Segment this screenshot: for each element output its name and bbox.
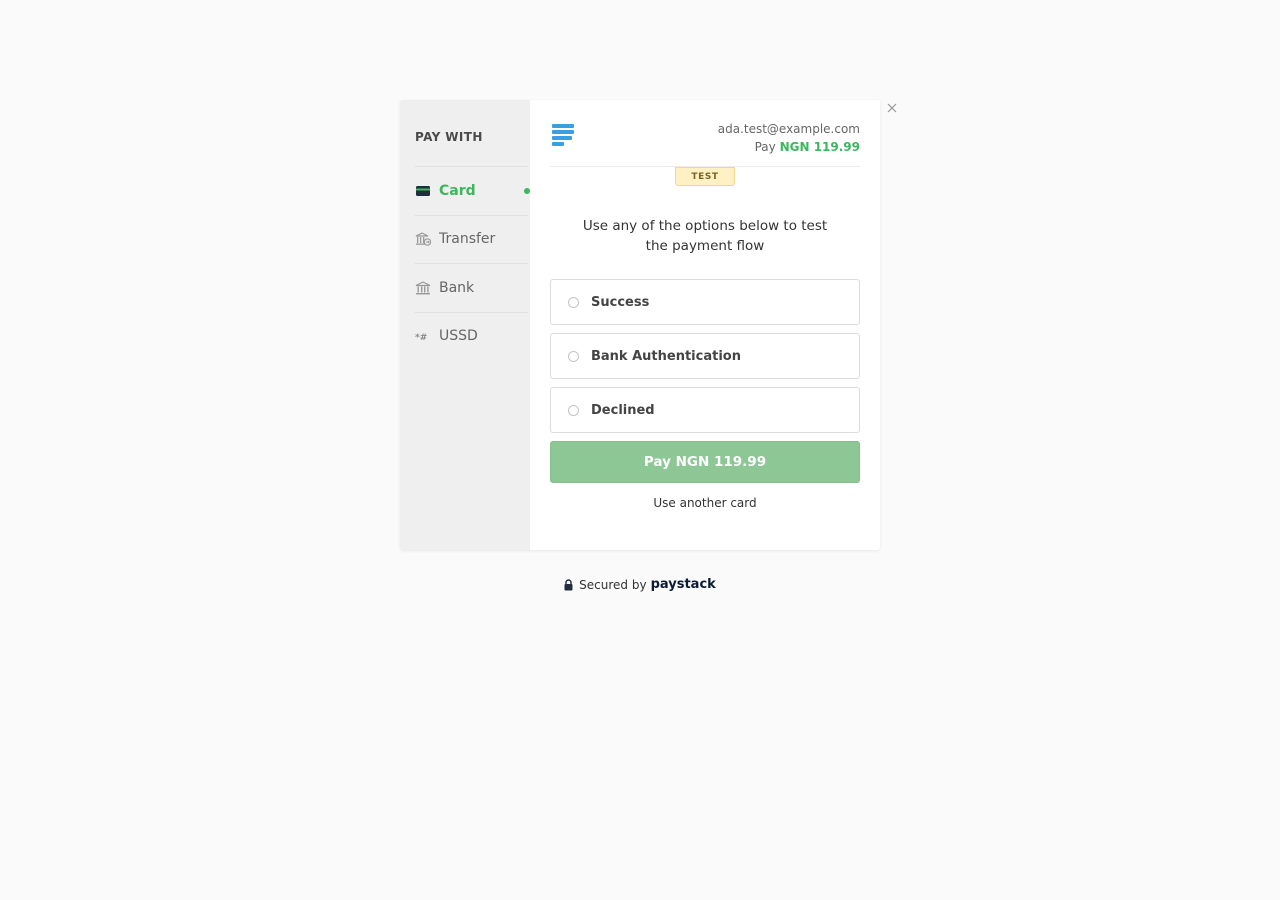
radio-button[interactable] [568, 404, 579, 416]
payment-content: ada.test@example.com Pay NGN 119.99 TEST… [530, 100, 880, 550]
secured-text: Secured by [579, 577, 647, 592]
checkout-modal: PAY WITH Card Transfer Bank *# USSD ada.… [400, 100, 880, 550]
option-label: Declined [591, 402, 655, 418]
merchant-logo-icon [550, 122, 576, 152]
customer-summary: ada.test@example.com Pay NGN 119.99 [718, 120, 860, 156]
lock-icon [564, 578, 573, 591]
sidebar-item-label: Transfer [439, 231, 496, 248]
sidebar-item-label: USSD [439, 328, 478, 345]
sidebar-item-ussd[interactable]: *# USSD [415, 311, 528, 361]
bank-icon [415, 280, 431, 296]
amount-line: Pay NGN 119.99 [718, 138, 860, 156]
option-declined[interactable]: Declined [550, 387, 860, 433]
svg-text:*#: *# [415, 333, 427, 341]
close-icon [887, 98, 897, 117]
paystack-logo[interactable]: paystack [651, 577, 716, 592]
sidebar-title: PAY WITH [415, 130, 483, 144]
payment-method-sidebar: PAY WITH Card Transfer Bank *# USSD [400, 100, 530, 550]
sidebar-item-label: Card [439, 182, 476, 199]
ussd-icon: *# [415, 328, 431, 344]
option-label: Bank Authentication [591, 348, 741, 364]
sidebar-item-label: Bank [439, 279, 475, 296]
close-button[interactable] [885, 100, 899, 114]
option-label: Success [591, 294, 650, 310]
test-options-list: Success Bank Authentication Declined [550, 279, 860, 433]
pay-amount: NGN 119.99 [779, 140, 860, 154]
checkout-header: ada.test@example.com Pay NGN 119.99 [550, 100, 860, 167]
pay-button[interactable]: Pay NGN 119.99 [550, 441, 860, 483]
sidebar-item-card[interactable]: Card [415, 166, 530, 215]
option-success[interactable]: Success [550, 279, 860, 325]
bank-transfer-icon [415, 231, 431, 247]
option-bank-authentication[interactable]: Bank Authentication [550, 333, 860, 379]
test-instructions: Use any of the options below to test the… [582, 218, 828, 254]
radio-button[interactable] [568, 296, 579, 308]
radio-button[interactable] [568, 350, 579, 362]
card-icon [415, 183, 431, 199]
secured-by-footer: Secured by paystack [0, 577, 1280, 592]
sidebar-item-bank[interactable]: Bank [415, 263, 528, 312]
customer-email: ada.test@example.com [717, 122, 860, 136]
sidebar-item-transfer[interactable]: Transfer [415, 214, 528, 264]
test-mode-badge: TEST [675, 167, 735, 186]
pay-prefix: Pay [754, 140, 776, 154]
use-another-card-link[interactable]: Use another card [550, 496, 860, 510]
